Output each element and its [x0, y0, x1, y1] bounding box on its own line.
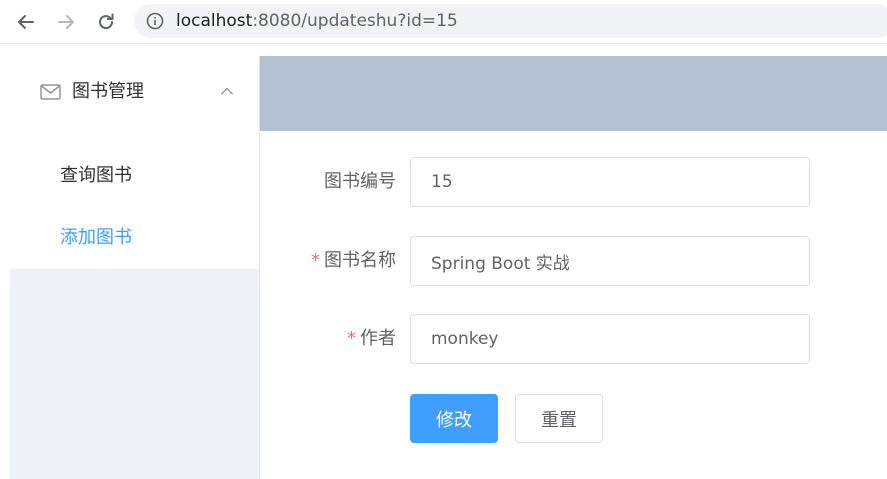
forward-button[interactable] [52, 8, 80, 36]
form-item-book-id: 图书编号 [260, 157, 887, 207]
reload-button[interactable] [92, 8, 120, 36]
sidebar-item-add-book[interactable]: 添加图书 [10, 210, 259, 266]
book-id-input[interactable] [410, 157, 810, 207]
submenu-label: 图书管理 [72, 81, 144, 102]
address-bar[interactable]: localhost:8080/updateshu?id=15 [134, 4, 887, 38]
sidebar-item-query-books[interactable]: 查询图书 [10, 148, 259, 204]
form-item-author: * 作者 [260, 314, 887, 364]
reload-icon [99, 13, 114, 30]
back-button[interactable] [12, 8, 40, 36]
submenu-book-management[interactable]: 图书管理 [10, 56, 259, 128]
book-name-input[interactable] [410, 236, 810, 286]
reset-button[interactable]: 重置 [515, 394, 603, 443]
modify-button[interactable]: 修改 [410, 394, 498, 443]
sidebar: 图书管理 查询图书 添加图书 [10, 56, 260, 479]
url-path: :8080/updateshu?id=15 [252, 11, 458, 31]
required-mark: * [347, 328, 356, 349]
sidebar-item-label: 查询图书 [60, 165, 132, 186]
url-host: localhost [176, 11, 253, 31]
sidebar-menu: 图书管理 查询图书 添加图书 [10, 56, 259, 269]
browser-toolbar: localhost:8080/updateshu?id=15 [0, 0, 887, 44]
book-id-label: 图书编号 [324, 171, 396, 192]
app-page: 图书管理 查询图书 添加图书 图书编号 *图书名称 *作者 [10, 56, 887, 479]
author-input[interactable] [410, 314, 810, 364]
sidebar-item-label: 添加图书 [60, 227, 132, 248]
author-label: * 作者 [347, 328, 396, 349]
main-content: 图书编号 *图书名称 *作者 修改 重置 [260, 56, 887, 479]
url-text[interactable]: localhost:8080/updateshu?id=15 [176, 10, 458, 32]
arrow-up-icon [221, 87, 233, 95]
arrow-left-icon [18, 15, 34, 29]
page-header [260, 56, 887, 131]
info-icon[interactable] [146, 12, 164, 30]
book-name-label: * 图书名称 [311, 250, 396, 271]
message-icon [40, 84, 61, 100]
required-mark: * [311, 250, 320, 271]
arrow-right-icon [58, 15, 74, 29]
form-item-book-name: * 图书名称 [260, 236, 887, 286]
